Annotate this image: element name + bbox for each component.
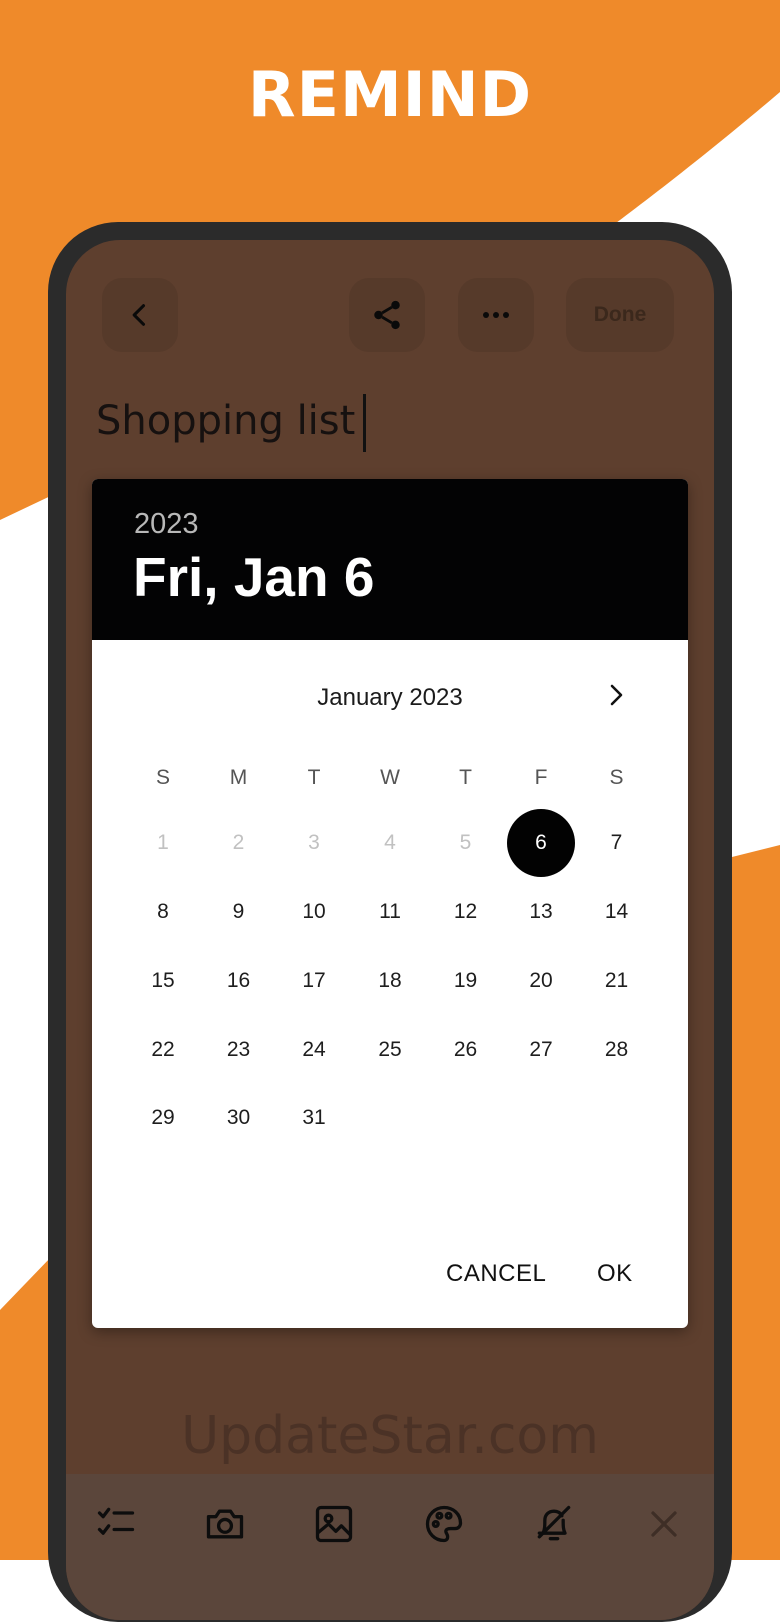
day-cell[interactable]: 19 <box>432 947 500 1015</box>
year-label[interactable]: 2023 <box>134 508 199 541</box>
chevron-right-icon <box>605 682 627 713</box>
day-cell[interactable]: 15 <box>129 947 197 1015</box>
weekday-label: W <box>380 766 400 789</box>
note-title-input[interactable]: Shopping list <box>96 398 355 444</box>
day-cell[interactable]: 24 <box>280 1016 348 1084</box>
weekday-label: M <box>229 766 248 789</box>
day-cell[interactable]: 22 <box>129 1016 197 1084</box>
watermark: UpdateStar.com <box>181 1406 599 1466</box>
done-button[interactable]: Done <box>566 278 674 352</box>
checklist-icon[interactable] <box>94 1502 138 1546</box>
more-options-button[interactable] <box>458 278 534 352</box>
close-icon[interactable] <box>642 1502 686 1546</box>
day-cell[interactable]: 31 <box>280 1084 348 1152</box>
date-picker-header: 2023 Fri, Jan 6 <box>92 479 688 640</box>
back-button[interactable] <box>102 278 178 352</box>
weekday-label: T <box>459 766 472 789</box>
share-icon <box>370 298 404 332</box>
day-cell: 2 <box>232 831 245 854</box>
day-cell: 4 <box>384 831 396 854</box>
day-cell[interactable]: 18 <box>356 947 424 1015</box>
day-cell[interactable]: 25 <box>356 1016 424 1084</box>
reminder-bell-icon[interactable] <box>532 1502 576 1546</box>
day-cell[interactable]: 27 <box>507 1016 575 1084</box>
ok-button[interactable]: OK <box>597 1260 633 1288</box>
share-button[interactable] <box>349 278 425 352</box>
next-month-button[interactable] <box>598 677 634 717</box>
day-cell[interactable]: 10 <box>280 878 348 946</box>
date-picker-dialog: 2023 Fri, Jan 6 January 2023 SMTWTFS 123… <box>92 479 688 1328</box>
chevron-left-icon <box>126 301 154 329</box>
selected-date-label: Fri, Jan 6 <box>133 546 375 608</box>
weekday-label: F <box>534 766 548 789</box>
day-cell[interactable]: 29 <box>129 1084 197 1152</box>
selected-day-cell[interactable]: 6 <box>507 809 575 877</box>
day-cell[interactable]: 21 <box>583 947 651 1015</box>
cancel-button[interactable]: CANCEL <box>446 1260 546 1288</box>
day-cell[interactable]: 26 <box>432 1016 500 1084</box>
day-cell[interactable]: 11 <box>356 878 424 946</box>
day-cell[interactable]: 28 <box>583 1016 651 1084</box>
day-cell[interactable]: 23 <box>205 1016 273 1084</box>
weekday-label: T <box>307 766 321 789</box>
text-cursor <box>363 394 366 452</box>
day-cell[interactable]: 12 <box>432 878 500 946</box>
day-cell[interactable]: 20 <box>507 947 575 1015</box>
camera-icon[interactable] <box>203 1502 247 1546</box>
day-cell[interactable]: 16 <box>205 947 273 1015</box>
day-cell[interactable]: 8 <box>129 878 197 946</box>
image-icon[interactable] <box>312 1502 356 1546</box>
palette-icon[interactable] <box>422 1502 466 1546</box>
day-cell[interactable]: 13 <box>507 878 575 946</box>
headline: REMIND <box>247 58 533 131</box>
day-cell[interactable]: 9 <box>205 878 273 946</box>
day-cell[interactable]: 14 <box>583 878 651 946</box>
day-cell: 1 <box>157 831 169 854</box>
day-cell[interactable]: 7 <box>583 809 651 877</box>
weekday-label: S <box>155 766 170 789</box>
day-cell[interactable]: 30 <box>205 1084 273 1152</box>
more-horizontal-icon <box>481 310 511 320</box>
day-cell: 5 <box>459 831 472 854</box>
day-cell[interactable]: 17 <box>280 947 348 1015</box>
weekday-label: S <box>609 766 624 789</box>
bottom-toolbar <box>66 1474 714 1620</box>
done-label: Done <box>593 303 647 326</box>
day-cell: 3 <box>308 831 320 854</box>
